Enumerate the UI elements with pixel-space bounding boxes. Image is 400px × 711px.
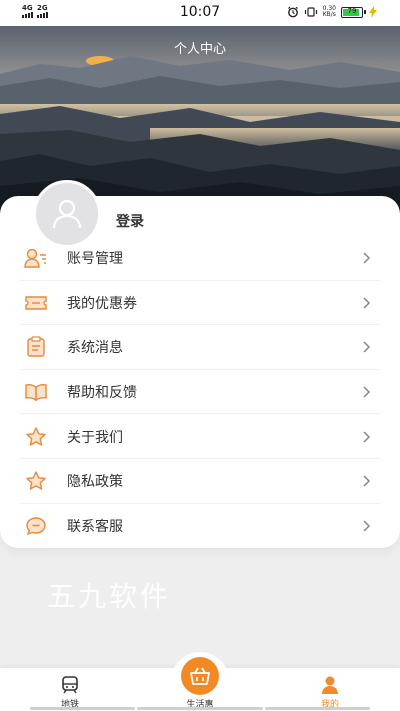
watermark: 五九软件 xyxy=(47,580,172,613)
chevron-right-icon xyxy=(363,341,371,354)
nav-item-subway[interactable]: 地铁 xyxy=(35,668,105,711)
chevron-right-icon xyxy=(363,475,371,487)
home-indicator-right xyxy=(265,707,370,710)
menu-label-help: 帮助和反馈 xyxy=(67,385,137,402)
home-indicator-left xyxy=(30,707,135,710)
page-title: 个人中心 xyxy=(173,42,226,57)
menu-label-privacy: 隐私政策 xyxy=(67,474,123,491)
menu-label-support: 联系客服 xyxy=(67,518,123,535)
account-icon xyxy=(24,246,48,270)
net-speed-unit: KB/s xyxy=(322,11,336,18)
net-speed: 0.30 KB/s xyxy=(323,6,336,18)
menu-item-about[interactable]: 关于我们 xyxy=(0,414,400,459)
menu-item-support[interactable]: 联系客服 xyxy=(0,504,400,549)
chat-icon xyxy=(24,514,48,538)
login-link[interactable]: 登录 xyxy=(116,211,144,231)
menu-item-account[interactable]: 账号管理 xyxy=(0,236,400,281)
star-icon xyxy=(24,469,48,493)
menu-item-coupons[interactable]: 我的优惠券 xyxy=(0,281,400,326)
menu-label-messages: 系统消息 xyxy=(67,340,123,357)
charging-icon xyxy=(369,6,377,18)
chevron-right-icon xyxy=(363,297,371,309)
settings-menu: 账号管理 我的优惠券 系统消息 帮助和反馈 关于我们 隐私政策 联系客服 xyxy=(0,236,400,548)
chevron-right-icon xyxy=(363,252,371,264)
nav-item-mine[interactable]: 我的 xyxy=(295,668,365,711)
menu-label-account: 账号管理 xyxy=(67,251,123,268)
status-icons: 0.30 KB/s 79 xyxy=(287,6,378,18)
chevron-right-icon xyxy=(363,520,371,532)
alarm-icon xyxy=(287,6,298,18)
star-icon xyxy=(24,425,48,449)
menu-label-about: 关于我们 xyxy=(67,429,123,446)
profile-card: 登录 账号管理 我的优惠券 系统消息 帮助和反馈 关于我们 隐私政策 联系客服 xyxy=(0,180,400,548)
battery-level: 79 xyxy=(347,6,357,15)
coupon-icon xyxy=(24,291,48,315)
vibrate-icon xyxy=(304,7,317,17)
menu-label-coupons: 我的优惠券 xyxy=(67,295,137,312)
book-icon xyxy=(24,380,48,404)
menu-item-help[interactable]: 帮助和反馈 xyxy=(0,370,400,415)
menu-item-messages[interactable]: 系统消息 xyxy=(0,325,400,370)
status-bar: 4G 2G 10:07 0.30 KB/s 79 xyxy=(0,0,400,26)
menu-item-privacy[interactable]: 隐私政策 xyxy=(0,459,400,504)
subway-icon xyxy=(62,676,78,694)
user-placeholder-icon xyxy=(52,199,82,229)
battery-icon: 79 xyxy=(341,6,366,18)
nav-item-life-deals[interactable] xyxy=(181,657,219,695)
message-icon xyxy=(24,335,48,359)
home-indicator-center xyxy=(137,707,263,710)
person-icon xyxy=(322,676,338,694)
chevron-right-icon xyxy=(363,386,371,398)
chevron-right-icon xyxy=(363,431,371,443)
basket-icon xyxy=(190,667,210,685)
